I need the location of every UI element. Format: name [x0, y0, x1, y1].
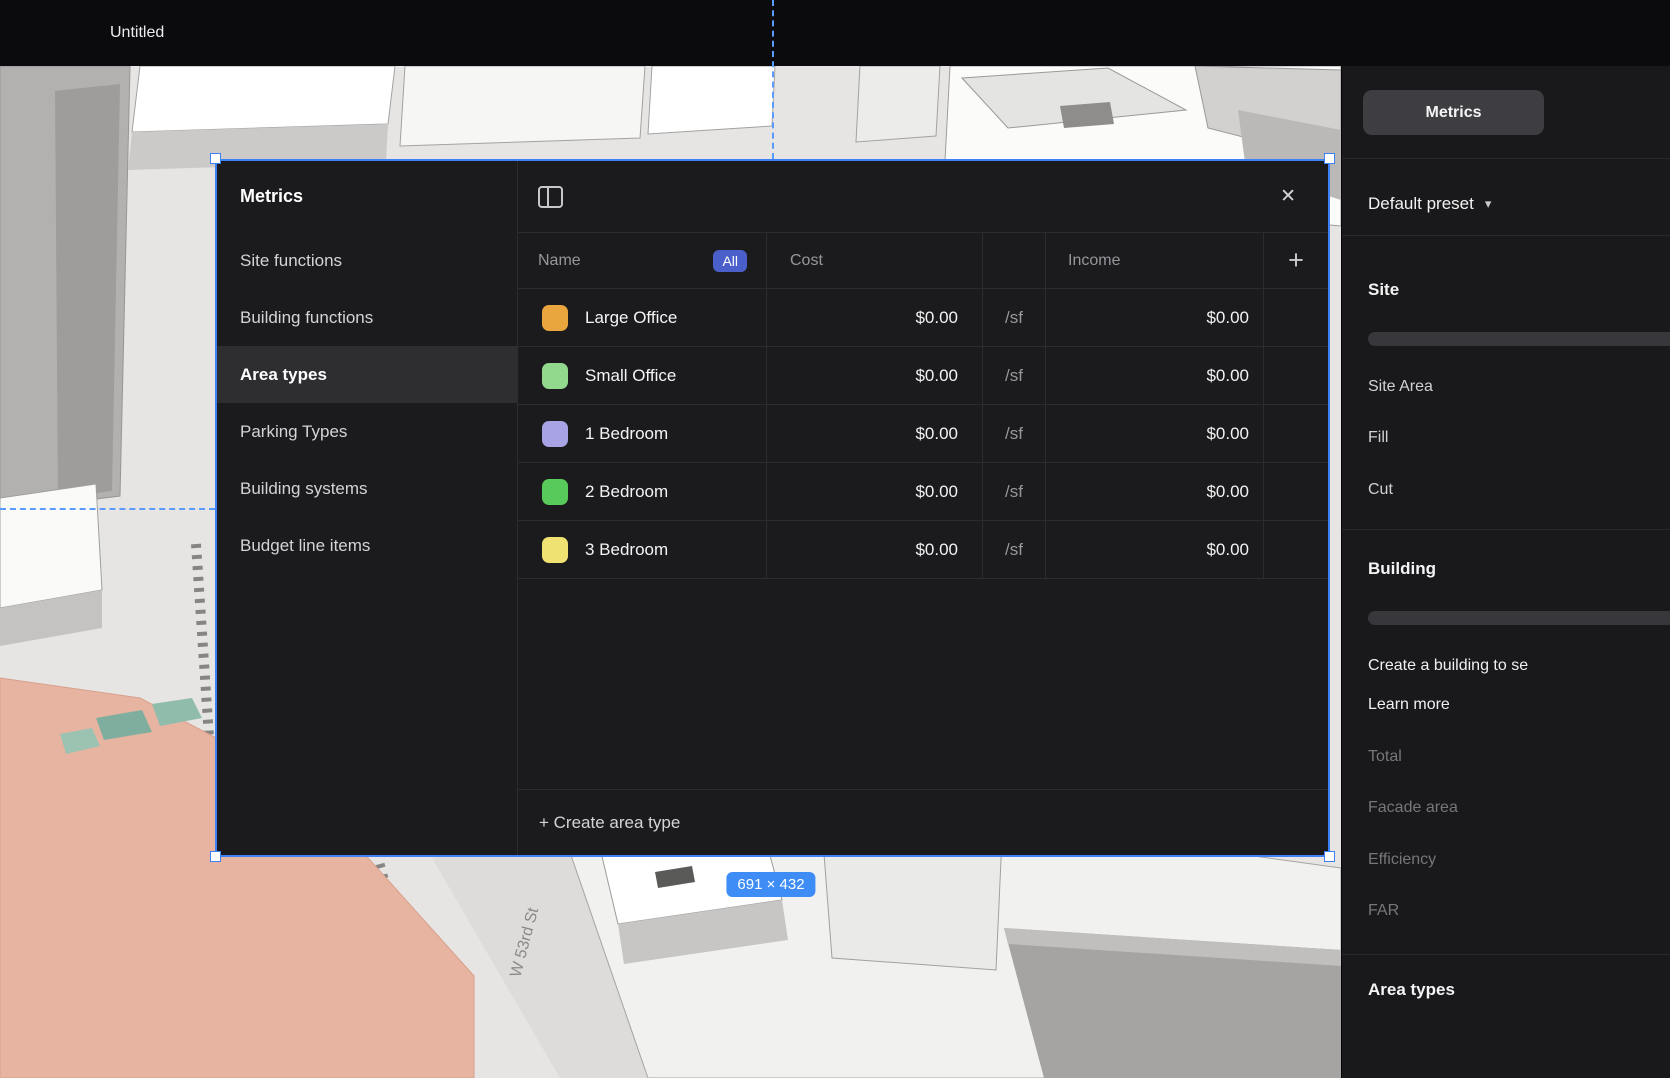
metric-label-total: Total [1368, 748, 1402, 765]
color-swatch[interactable] [542, 478, 568, 505]
income-value[interactable]: $0.00 [1045, 347, 1263, 404]
area-type-name: 2 Bedroom [585, 481, 669, 501]
area-type-name: 1 Bedroom [585, 423, 669, 443]
cost-unit: /sf [982, 405, 1045, 462]
divider [1342, 158, 1670, 159]
metric-label-far: FAR [1368, 902, 1400, 919]
close-icon[interactable]: ✕ [1280, 187, 1296, 206]
cost-value[interactable]: $0.00 [766, 521, 982, 578]
app-window: W 53rd St Untitled Metrics Site function… [0, 0, 1670, 1078]
sidebar-item-parking-types[interactable]: Parking Types [217, 403, 517, 460]
selection-handle-se[interactable] [1324, 851, 1335, 862]
column-header-unit [982, 233, 1045, 288]
color-swatch[interactable] [542, 420, 568, 447]
sidebar-item-building-functions[interactable]: Building functions [217, 289, 517, 346]
cost-unit: /sf [982, 521, 1045, 578]
color-swatch[interactable] [542, 536, 568, 563]
learn-more-link[interactable]: Learn more [1368, 692, 1450, 718]
area-type-name: 3 Bedroom [585, 539, 669, 559]
add-column-icon[interactable]: + [1263, 233, 1328, 288]
row-extra-cell [1263, 289, 1328, 346]
site-section-title: Site [1368, 280, 1400, 299]
divider [1342, 235, 1670, 236]
row-extra-cell [1263, 405, 1328, 462]
alignment-guide-horizontal [0, 508, 215, 510]
column-header-cost: Cost [766, 233, 982, 288]
income-value[interactable]: $0.00 [1045, 405, 1263, 462]
table-empty-area [518, 579, 1328, 789]
selection-handle-ne[interactable] [1324, 153, 1335, 164]
alignment-guide-vertical [772, 0, 774, 159]
top-bar: Untitled [0, 0, 1670, 66]
site-progress-bar [1368, 332, 1670, 346]
sidebar-toggle-icon[interactable] [538, 185, 563, 208]
column-header-name: Name [538, 251, 581, 269]
building-empty-note: Create a building to se [1368, 657, 1529, 674]
metric-label-efficiency: Efficiency [1368, 851, 1437, 868]
divider [1342, 954, 1670, 955]
selection-size-badge: 691 × 432 [726, 872, 816, 897]
row-extra-cell [1263, 347, 1328, 404]
sidebar-item-budget-line-items[interactable]: Budget line items [217, 517, 517, 574]
income-value[interactable]: $0.00 [1045, 521, 1263, 578]
income-value[interactable]: $0.00 [1045, 289, 1263, 346]
document-title[interactable]: Untitled [110, 0, 164, 66]
cost-value[interactable]: $0.00 [766, 463, 982, 520]
metric-label-site-area: Site Area [1368, 378, 1433, 395]
sidebar-item-building-systems[interactable]: Building systems [217, 460, 517, 517]
chevron-down-icon: ▾ [1484, 196, 1492, 211]
row-extra-cell [1263, 521, 1328, 578]
preset-label: Default preset [1368, 194, 1474, 213]
cost-unit: /sf [982, 463, 1045, 520]
selection-handle-sw[interactable] [210, 851, 221, 862]
preset-dropdown[interactable]: Default preset ▾ [1368, 187, 1491, 221]
dialog-title: Metrics [240, 186, 304, 206]
metrics-dialog: Metrics Site functions Building function… [215, 159, 1330, 857]
table-row[interactable]: 2 Bedroom $0.00 /sf $0.00 [518, 463, 1328, 521]
cost-value[interactable]: $0.00 [766, 405, 982, 462]
cost-unit: /sf [982, 289, 1045, 346]
row-extra-cell [1263, 463, 1328, 520]
area-type-name: Large Office [585, 307, 678, 327]
metric-label-facade-area: Facade area [1368, 799, 1458, 816]
table-header-row: Name All Cost Income + [518, 232, 1328, 289]
sidebar-item-site-functions[interactable]: Site functions [217, 232, 517, 289]
metrics-side-panel: Metrics Default preset ▾ Site Site Area … [1341, 66, 1670, 1078]
cost-unit: /sf [982, 347, 1045, 404]
color-swatch[interactable] [542, 362, 568, 389]
name-filter-badge[interactable]: All [713, 249, 747, 272]
column-header-income: Income [1045, 233, 1263, 288]
create-area-type-button[interactable]: + Create area type [539, 813, 680, 833]
sidebar-item-area-types[interactable]: Area types [217, 346, 517, 403]
income-value[interactable]: $0.00 [1045, 463, 1263, 520]
area-types-section-title: Area types [1368, 980, 1455, 999]
building-progress-bar [1368, 611, 1670, 625]
area-types-table: ✕ Name All Cost Income + Large Office $0… [518, 161, 1328, 855]
area-type-name: Small Office [585, 365, 677, 385]
color-swatch[interactable] [542, 304, 568, 331]
table-row[interactable]: 1 Bedroom $0.00 /sf $0.00 [518, 405, 1328, 463]
cost-value[interactable]: $0.00 [766, 347, 982, 404]
cost-value[interactable]: $0.00 [766, 289, 982, 346]
metric-label-cut: Cut [1368, 481, 1393, 498]
table-row[interactable]: Large Office $0.00 /sf $0.00 [518, 289, 1328, 347]
selection-handle-nw[interactable] [210, 153, 221, 164]
building-section-title: Building [1368, 559, 1436, 578]
metric-label-fill: Fill [1368, 429, 1389, 446]
table-row[interactable]: Small Office $0.00 /sf $0.00 [518, 347, 1328, 405]
divider [1342, 529, 1670, 530]
table-row[interactable]: 3 Bedroom $0.00 /sf $0.00 [518, 521, 1328, 579]
metrics-panel-button[interactable]: Metrics [1363, 90, 1544, 135]
metrics-dialog-sidebar: Metrics Site functions Building function… [217, 161, 518, 855]
